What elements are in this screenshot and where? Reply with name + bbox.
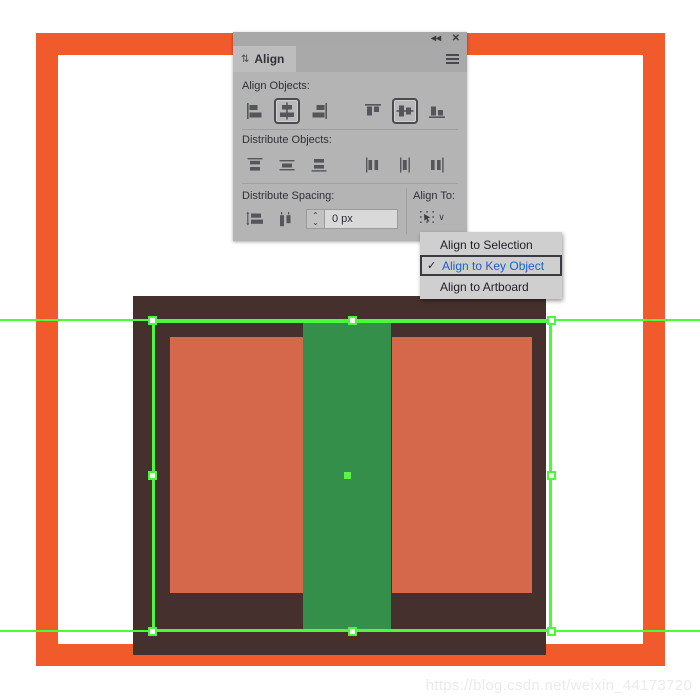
distribute-objects-label: Distribute Objects:: [242, 134, 332, 146]
vertical-distribute-top-button[interactable]: [242, 152, 268, 178]
selection-handle-bottom-center[interactable]: [347, 627, 357, 636]
selection-handle-middle-right[interactable]: [547, 471, 556, 480]
checkmark-icon: ✓: [427, 260, 437, 272]
panel-tabstrip: ⇅ Align: [233, 46, 467, 72]
selection-handle-top-right[interactable]: [547, 316, 556, 325]
menu-item-label: Align to Artboard: [440, 279, 529, 294]
menu-item-align-to-artboard[interactable]: Align to Artboard: [420, 276, 562, 297]
vertical-align-center-button[interactable]: [392, 98, 418, 124]
align-to-key-object-icon: [420, 211, 435, 223]
tab-align-label: Align: [254, 52, 285, 66]
horizontal-align-right-button[interactable]: [306, 98, 332, 124]
align-panel[interactable]: ◂◂ ✕ ⇅ Align Align Objects: Distribute O…: [233, 32, 467, 241]
close-icon[interactable]: ✕: [452, 34, 460, 44]
horizontal-align-left-button[interactable]: [242, 98, 268, 124]
align-to-section: Align To: ∨: [413, 188, 455, 228]
selection-handle-top-center[interactable]: [347, 316, 357, 325]
vertical-distribute-center-button[interactable]: [274, 152, 300, 178]
menu-item-align-to-selection[interactable]: Align to Selection: [420, 234, 562, 255]
vertical-divider: [406, 188, 407, 234]
menu-item-align-to-key-object[interactable]: ✓ Align to Key Object: [420, 255, 562, 276]
distribute-spacing-label: Distribute Spacing:: [242, 190, 335, 202]
align-to-label: Align To:: [413, 190, 455, 202]
menu-item-label: Align to Key Object: [442, 258, 545, 273]
spacing-stepper[interactable]: ⌃ ⌄: [306, 209, 324, 229]
panel-titlebar: ◂◂ ✕: [233, 32, 467, 46]
vertical-distribute-bottom-button[interactable]: [306, 152, 332, 178]
horizontal-align-center-button[interactable]: [274, 98, 300, 124]
section-divider: [242, 129, 458, 130]
section-divider: [242, 183, 458, 184]
panel-body: Align Objects: Distribute Objects: Distr…: [233, 72, 467, 234]
hamburger-line: [446, 62, 459, 64]
hamburger-line: [446, 58, 459, 60]
chevron-down-icon[interactable]: ∨: [438, 212, 445, 223]
selection-handle-middle-left[interactable]: [148, 471, 157, 480]
illustrator-canvas[interactable]: ◂◂ ✕ ⇅ Align Align Objects: Distribute O…: [0, 0, 700, 700]
collapse-double-arrow-icon[interactable]: ◂◂: [431, 34, 441, 44]
horizontal-distribute-right-button[interactable]: [424, 152, 450, 178]
stepper-down-icon[interactable]: ⌄: [312, 219, 319, 227]
align-to-dropdown-button[interactable]: ∨: [413, 206, 449, 228]
panel-menu-hamburger-icon[interactable]: [446, 54, 459, 64]
vertical-align-top-button[interactable]: [360, 98, 386, 124]
vertical-align-bottom-button[interactable]: [424, 98, 450, 124]
watermark-text: https://blog.csdn.net/weixin_44173720: [425, 677, 692, 694]
selection-handle-bottom-left[interactable]: [148, 627, 157, 636]
distribute-spacing-controls: ⌃ ⌄ 0 px: [242, 206, 398, 232]
align-to-dropdown-menu[interactable]: Align to Selection ✓ Align to Key Object…: [420, 232, 562, 299]
align-objects-label: Align Objects:: [242, 80, 310, 92]
hamburger-line: [446, 54, 459, 56]
horizontal-distribute-center-button[interactable]: [392, 152, 418, 178]
distribute-objects-button-row: [242, 150, 458, 180]
selection-handle-top-left[interactable]: [148, 316, 157, 325]
bottom-sections-row: Distribute Spacing: ⌃ ⌄ 0 px Align To: ∨: [242, 188, 458, 234]
selection-handle-bottom-right[interactable]: [547, 627, 556, 636]
menu-item-label: Align to Selection: [440, 237, 533, 252]
tab-align[interactable]: ⇅ Align: [233, 46, 297, 72]
distribute-spacing-section: Distribute Spacing: ⌃ ⌄ 0 px: [242, 188, 398, 232]
tab-grip-icon: ⇅: [241, 53, 250, 65]
selection-center-anchor-point: [344, 472, 351, 479]
vertical-distribute-space-button[interactable]: [242, 206, 268, 232]
spacing-input[interactable]: 0 px: [324, 209, 398, 229]
horizontal-distribute-space-button[interactable]: [274, 206, 300, 232]
selection-bounding-box[interactable]: [152, 320, 552, 632]
horizontal-distribute-left-button[interactable]: [360, 152, 386, 178]
align-objects-button-row: [242, 96, 458, 126]
